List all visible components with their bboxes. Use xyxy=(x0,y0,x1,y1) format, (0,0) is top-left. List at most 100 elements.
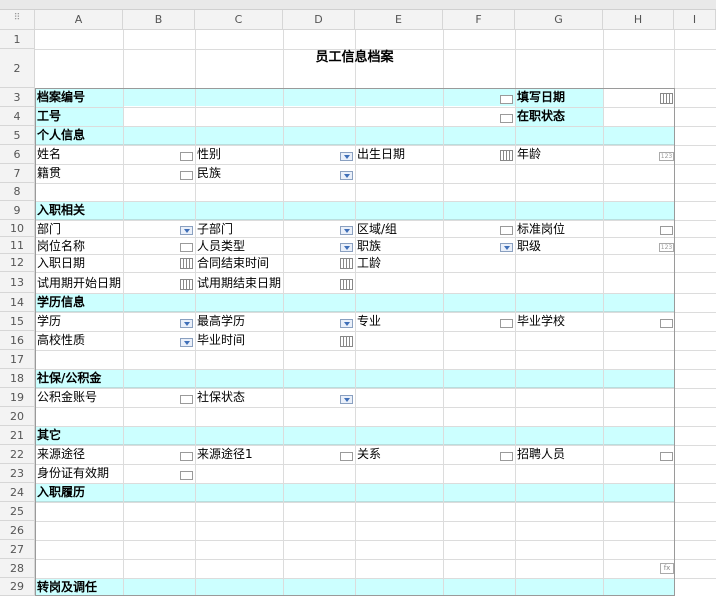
gridline xyxy=(35,483,716,484)
field-label-employee-id: 工号 xyxy=(37,109,62,123)
row-header[interactable]: 22 xyxy=(0,445,35,464)
row-header[interactable]: 17 xyxy=(0,350,35,369)
sheet-title: 员工信息档案 xyxy=(315,50,394,65)
dropdown-staff-type-icon[interactable] xyxy=(340,243,353,252)
calendar-icon[interactable] xyxy=(340,258,353,269)
column-header[interactable]: C xyxy=(195,10,283,30)
input-marker-school[interactable] xyxy=(660,319,673,328)
gridline xyxy=(35,107,716,108)
field-label-graduation-time: 毕业时间 xyxy=(197,333,246,347)
field-label-archive-no: 档案编号 xyxy=(37,90,86,104)
field-label-id-valid: 身份证有效期 xyxy=(37,466,110,480)
field-label-source1: 来源途径1 xyxy=(197,447,253,461)
checkbox-employee-id[interactable] xyxy=(500,114,513,123)
row-header[interactable]: 20 xyxy=(0,407,35,426)
row-header[interactable]: 3 xyxy=(0,88,35,107)
dropdown-rank-icon[interactable] xyxy=(500,243,513,252)
row-header[interactable]: 15 xyxy=(0,312,35,331)
dropdown-ethnicity-icon[interactable] xyxy=(340,171,353,180)
row-header[interactable]: 13 xyxy=(0,272,35,293)
select-all-corner[interactable]: ⠿ xyxy=(0,10,35,30)
formula-icon[interactable]: fx xyxy=(660,563,674,574)
row-header[interactable]: 23 xyxy=(0,464,35,483)
row-header[interactable]: 11 xyxy=(0,237,35,254)
dropdown-sub-department-icon[interactable] xyxy=(340,226,353,235)
dropdown-school-type-icon[interactable] xyxy=(180,338,193,347)
row-header[interactable]: 27 xyxy=(0,540,35,559)
input-marker-region-group[interactable] xyxy=(500,226,513,235)
field-label-source: 来源途径 xyxy=(37,447,86,461)
column-header[interactable]: A xyxy=(35,10,123,30)
field-label-birth-date: 出生日期 xyxy=(357,147,406,161)
input-marker-source[interactable] xyxy=(180,452,193,461)
column-header[interactable]: G xyxy=(515,10,603,30)
field-label-native-place: 籍贯 xyxy=(37,166,62,180)
dropdown-education-icon[interactable] xyxy=(180,319,193,328)
row-header[interactable]: 9 xyxy=(0,201,35,220)
gridline xyxy=(603,30,604,596)
row-header[interactable]: 26 xyxy=(0,521,35,540)
gridline xyxy=(35,388,716,389)
gridline xyxy=(35,369,716,370)
row-header[interactable]: 19 xyxy=(0,388,35,407)
row-header[interactable]: 6 xyxy=(0,145,35,164)
field-label-sub-department: 子部门 xyxy=(197,222,234,236)
input-marker-source1[interactable] xyxy=(340,452,353,461)
input-marker-standard-post[interactable] xyxy=(660,226,673,235)
spreadsheet-grid[interactable]: ⠿ A B C D E F G H I 1 2 3 4 5 6 7 8 9 10… xyxy=(0,0,716,596)
column-header[interactable]: B xyxy=(123,10,195,30)
row-header[interactable]: 5 xyxy=(0,126,35,145)
row-header[interactable]: 18 xyxy=(0,369,35,388)
field-label-rank: 职族 xyxy=(357,239,382,253)
row-header[interactable]: 24 xyxy=(0,483,35,502)
dropdown-gender-icon[interactable] xyxy=(340,152,353,161)
column-header[interactable]: E xyxy=(355,10,443,30)
row-header[interactable]: 2 xyxy=(0,49,35,88)
gridline xyxy=(35,272,716,273)
gridline xyxy=(35,183,716,184)
row-header[interactable]: 12 xyxy=(0,254,35,272)
calendar-icon[interactable] xyxy=(340,279,353,290)
row-header[interactable]: 1 xyxy=(0,30,35,49)
calendar-icon[interactable] xyxy=(340,336,353,347)
calendar-icon[interactable] xyxy=(180,258,193,269)
calendar-icon[interactable] xyxy=(660,93,673,104)
input-marker-native-place[interactable] xyxy=(180,171,193,180)
row-header[interactable]: 10 xyxy=(0,220,35,237)
column-header[interactable]: H xyxy=(603,10,674,30)
input-marker-relation[interactable] xyxy=(500,452,513,461)
column-header[interactable]: F xyxy=(443,10,515,30)
row-header[interactable]: 29 xyxy=(0,578,35,596)
dropdown-department-icon[interactable] xyxy=(180,226,193,235)
row-header[interactable]: 28 xyxy=(0,559,35,578)
input-marker-major[interactable] xyxy=(500,319,513,328)
section-transfer: 转岗及调任 xyxy=(37,580,98,594)
calendar-icon[interactable] xyxy=(180,279,193,290)
column-header[interactable]: I xyxy=(674,10,716,30)
dropdown-highest-education-icon[interactable] xyxy=(340,319,353,328)
field-label-status: 在职状态 xyxy=(517,109,566,123)
gridline xyxy=(674,30,675,596)
row-header[interactable]: 16 xyxy=(0,331,35,350)
checkbox-archive-no[interactable] xyxy=(500,95,513,104)
row-header[interactable]: 7 xyxy=(0,164,35,183)
input-marker-fund-account[interactable] xyxy=(180,395,193,404)
dropdown-insurance-status-icon[interactable] xyxy=(340,395,353,404)
row-header[interactable]: 8 xyxy=(0,183,35,201)
field-label-ethnicity: 民族 xyxy=(197,166,222,180)
row-header[interactable]: 25 xyxy=(0,502,35,521)
gridline xyxy=(35,426,716,427)
row-header[interactable]: 4 xyxy=(0,107,35,126)
calendar-icon[interactable] xyxy=(500,150,513,161)
field-label-seniority: 工龄 xyxy=(357,256,382,270)
input-marker-recruiter[interactable] xyxy=(660,452,673,461)
input-marker-post-name[interactable] xyxy=(180,243,193,252)
section-resume: 入职履历 xyxy=(37,485,86,499)
input-marker-id-valid[interactable] xyxy=(180,471,193,480)
gridline xyxy=(35,164,716,165)
field-label-highest-education: 最高学历 xyxy=(197,314,246,328)
column-header[interactable]: D xyxy=(283,10,355,30)
row-header[interactable]: 14 xyxy=(0,293,35,312)
input-marker-name[interactable] xyxy=(180,152,193,161)
row-header[interactable]: 21 xyxy=(0,426,35,445)
